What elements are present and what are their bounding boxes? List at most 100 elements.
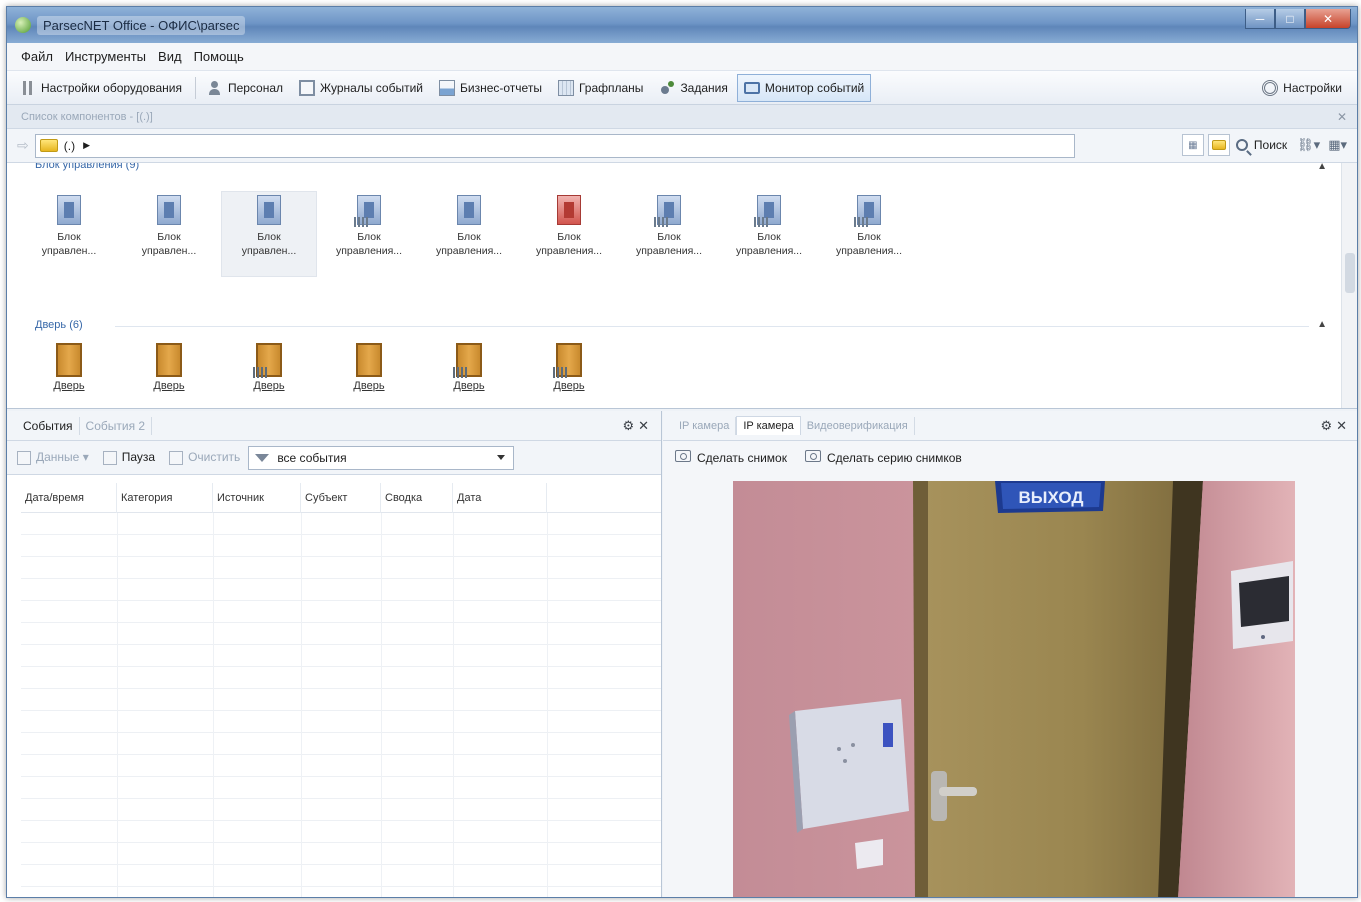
data-button[interactable]: Данные ▾ [17, 450, 89, 465]
item-label-line2: управлен... [41, 245, 97, 257]
pane-controls: ⚙✕ [1320, 418, 1351, 434]
column-divider [381, 513, 382, 897]
column-header-subject[interactable]: Субъект [301, 482, 381, 513]
group-title: Блок управления (9) [35, 163, 140, 171]
personnel-button[interactable]: Персонал [200, 74, 290, 102]
collapse-icon[interactable]: ▲ [1317, 163, 1327, 172]
event-monitor-button[interactable]: Монитор событий [736, 73, 872, 102]
door-icon [356, 343, 382, 377]
control-unit-item[interactable]: Блок управления... [421, 195, 517, 258]
close-icon[interactable]: ✕ [1337, 110, 1347, 124]
column-header-datetime[interactable]: Дата/время [21, 482, 117, 513]
control-unit-item[interactable]: Блок управления... [321, 195, 417, 258]
door-icon [156, 343, 182, 377]
door-icon [56, 343, 82, 377]
tab-events-2[interactable]: События 2 [80, 416, 153, 435]
collapse-icon[interactable]: ▲ [1317, 319, 1327, 330]
column-header-category[interactable]: Категория [117, 482, 213, 513]
control-unit-item-selected[interactable]: Блок управлен... [221, 191, 317, 277]
maximize-button[interactable]: □ [1275, 9, 1305, 29]
item-label-line1: Блок [57, 231, 81, 243]
column-header-summary[interactable]: Сводка [381, 482, 453, 513]
components-scrollbar[interactable] [1341, 163, 1357, 408]
event-filter-select[interactable]: все события [248, 445, 515, 470]
folder-icon [39, 139, 58, 152]
title-bar[interactable]: ParsecNET Office - ОФИС\parsec ─ □ ✕ [7, 7, 1357, 43]
door-item[interactable]: Дверь [521, 343, 617, 392]
camera-icon [804, 449, 821, 462]
control-unit-item[interactable]: Блок управлен... [21, 195, 117, 258]
snapshot-button[interactable]: Сделать снимок [675, 449, 787, 465]
event-monitor-label: Монитор событий [764, 80, 865, 95]
search-label: Поиск [1253, 138, 1288, 152]
close-button[interactable]: ✕ [1305, 9, 1351, 29]
control-unit-item[interactable]: Блок управления... [721, 195, 817, 258]
tab-video-verification[interactable]: Видеоверификация [801, 416, 915, 435]
camera-video-feed[interactable]: ВЫХОД [733, 481, 1295, 897]
scrollbar-thumb[interactable] [1345, 253, 1355, 293]
door-item[interactable]: Дверь [121, 343, 217, 392]
path-field[interactable]: (.) ▶ [34, 133, 1075, 158]
item-label-line2: управления... [335, 245, 403, 257]
database-icon[interactable]: ⛓▾ [1297, 137, 1320, 153]
menu-file[interactable]: Файл [21, 49, 53, 64]
gear-icon[interactable]: ⚙ [1320, 418, 1336, 433]
floor-plans-button[interactable]: Графпланы [551, 74, 650, 102]
group-header-doors[interactable]: Дверь (6) [35, 319, 83, 331]
tab-ip-camera-2[interactable]: IP камера [736, 416, 801, 435]
control-unit-wired-icon [354, 195, 381, 227]
snapshot-series-label: Сделать серию снимков [826, 450, 962, 465]
snapshot-series-button[interactable]: Сделать серию снимков [804, 449, 962, 465]
door-item[interactable]: Дверь [21, 343, 117, 392]
components-view: Блок управления (9) ▲ Блок управлен... Б… [7, 163, 1357, 409]
person-icon [207, 80, 223, 96]
control-unit-icon [457, 195, 481, 225]
data-label: Данные [36, 450, 80, 465]
control-unit-item[interactable]: Блок управлен... [121, 195, 217, 258]
event-journals-button[interactable]: Журналы событий [292, 74, 430, 102]
pause-button[interactable]: Пауза [102, 450, 155, 465]
columns-icon[interactable]: ▦▾ [1328, 137, 1347, 153]
column-header-date[interactable]: Дата [453, 482, 547, 513]
business-reports-button[interactable]: Бизнес-отчеты [432, 74, 549, 102]
search-icon [1235, 139, 1248, 151]
filter-value: все события [277, 450, 347, 465]
door-wired-icon [453, 343, 482, 378]
gear-icon[interactable]: ⚙ [622, 418, 638, 433]
clear-button[interactable]: Очистить [169, 450, 240, 465]
close-icon[interactable]: ✕ [638, 418, 653, 433]
back-arrow-icon[interactable]: ⇨ [17, 137, 29, 154]
door-item[interactable]: Дверь [421, 343, 517, 392]
main-toolbar: Настройки оборудования Персонал Журналы … [7, 71, 1357, 105]
control-unit-item[interactable]: Блок управления... [521, 195, 617, 258]
tab-events[interactable]: События [17, 416, 80, 435]
control-unit-item[interactable]: Блок управления... [621, 195, 717, 258]
view-toggle-button[interactable]: ▦ [1181, 134, 1204, 156]
minimize-button[interactable]: ─ [1245, 9, 1275, 29]
menu-tools[interactable]: Инструменты [65, 49, 146, 64]
control-unit-alarm-icon [557, 195, 581, 225]
tasks-button[interactable]: Задания [652, 74, 734, 102]
door-wired-icon [253, 343, 282, 378]
window-controls: ─ □ ✕ [1245, 9, 1351, 29]
settings-button[interactable]: Настройки [1255, 74, 1349, 102]
breadcrumb-arrow-icon[interactable]: ▶ [83, 140, 90, 151]
personnel-label: Персонал [227, 80, 284, 95]
item-label-line1: Блок [757, 231, 781, 243]
tab-ip-camera-1[interactable]: IP камера [673, 416, 737, 435]
settings-label: Настройки [1283, 80, 1342, 95]
door-item[interactable]: Дверь [221, 343, 317, 392]
search-button[interactable]: Поиск [1235, 138, 1288, 152]
close-icon[interactable]: ✕ [1336, 418, 1351, 433]
item-label-line2: управления... [635, 245, 703, 257]
door-item[interactable]: Дверь [321, 343, 417, 392]
folder-view-button[interactable] [1207, 134, 1230, 156]
hardware-settings-button[interactable]: Настройки оборудования [13, 74, 189, 102]
menu-help[interactable]: Помощь [194, 49, 244, 64]
control-unit-item[interactable]: Блок управления... [821, 195, 917, 258]
column-header-source[interactable]: Источник [213, 482, 301, 513]
filter-icon [255, 453, 270, 462]
group-header-control-units[interactable]: Блок управления (9) [35, 163, 139, 171]
tools-icon [20, 80, 36, 96]
menu-view[interactable]: Вид [158, 49, 182, 64]
